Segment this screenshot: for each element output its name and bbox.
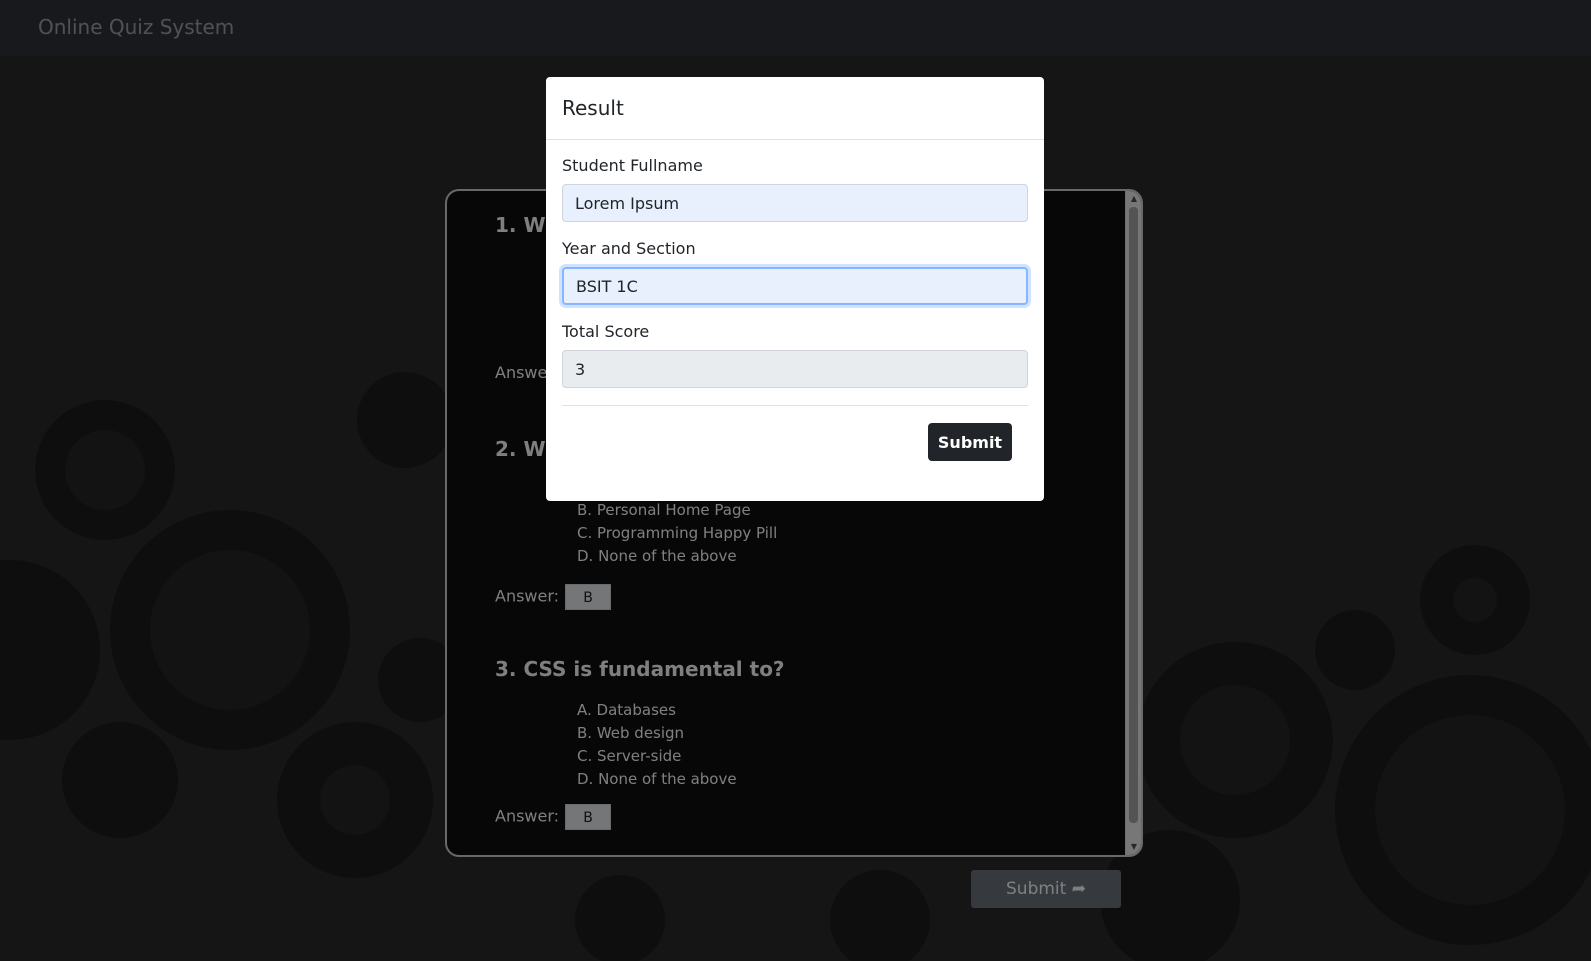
score-field[interactable] bbox=[562, 350, 1028, 388]
section-label: Year and Section bbox=[562, 239, 696, 258]
fullname-label: Student Fullname bbox=[562, 156, 703, 175]
section-field[interactable] bbox=[562, 267, 1028, 305]
modal-title: Result bbox=[562, 96, 624, 120]
result-modal: Result Student Fullname Year and Section… bbox=[546, 77, 1044, 501]
modal-submit-button[interactable]: Submit bbox=[928, 423, 1012, 461]
fullname-field[interactable] bbox=[562, 184, 1028, 222]
modal-header: Result bbox=[546, 77, 1044, 140]
modal-body: Student Fullname Year and Section Total … bbox=[546, 140, 1044, 388]
modal-footer: Submit bbox=[546, 406, 1044, 476]
score-label: Total Score bbox=[562, 322, 650, 341]
